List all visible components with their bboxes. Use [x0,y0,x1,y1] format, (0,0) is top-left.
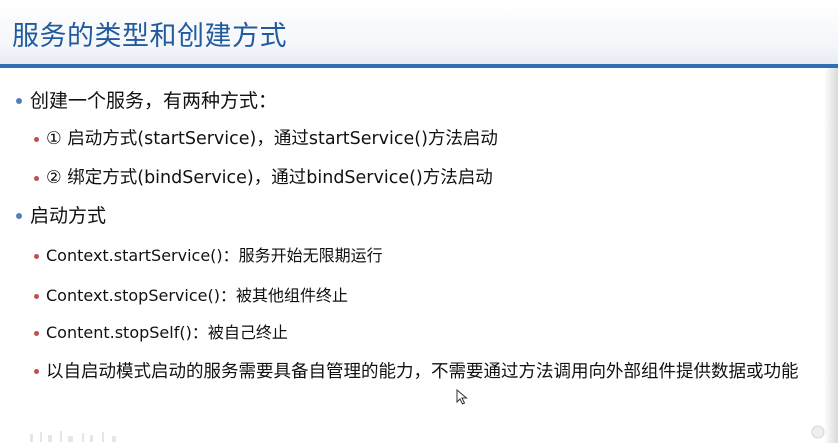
bullet-text: Context.stopService()：被其他组件终止 [46,286,348,305]
bullet-dot-icon [16,213,22,219]
arrow-cursor-icon [456,389,468,405]
bullet-level2: ① 启动方式(startService)，通过startService()方法启… [34,126,498,152]
bullet-dot-icon [34,254,39,259]
bullet-level2: 以自启动模式启动的服务需要具备自管理的能力，不需要通过方法调用向外部组件提供数据… [34,356,826,388]
bullet-text: Context.startService()：服务开始无限期运行 [46,246,383,265]
bullet-level2: Context.stopService()：被其他组件终止 [34,283,348,309]
bullet-dot-icon [34,331,39,336]
bullet-text: 启动方式 [30,205,107,227]
slide-title: 服务的类型和创建方式 [12,21,287,52]
watermark-artifact [30,431,116,442]
bullet-text: 创建一个服务，有两种方式： [30,90,278,112]
bullet-level1: 创建一个服务，有两种方式： [16,88,277,114]
bullet-dot-icon [34,294,39,299]
bullet-level2: ② 绑定方式(bindService)，通过bindService()方法启动 [34,165,493,191]
bullet-dot-icon [34,176,39,181]
bullet-level2: Context.startService()：服务开始无限期运行 [34,243,383,269]
bullet-text: ② 绑定方式(bindService)，通过bindService()方法启动 [46,168,493,188]
bullet-text: Content.stopSelf()：被自己终止 [46,323,288,342]
title-underline [0,64,838,68]
slide-edge-shadow [824,68,838,443]
bullet-level1: 启动方式 [16,203,106,229]
bullet-text: 以自启动模式启动的服务需要具备自管理的能力，不需要通过方法调用向外部组件提供数据… [46,362,799,382]
bullet-dot-icon [34,137,39,142]
bullet-dot-icon [16,98,22,104]
bullet-level2: Content.stopSelf()：被自己终止 [34,320,288,346]
slide: 服务的类型和创建方式 创建一个服务，有两种方式： ① 启动方式(startSer… [0,0,838,443]
corner-logo-icon [811,425,825,439]
bullet-text: ① 启动方式(startService)，通过startService()方法启… [46,129,498,149]
bullet-dot-icon [34,369,39,374]
title-bar: 服务的类型和创建方式 [0,0,838,66]
